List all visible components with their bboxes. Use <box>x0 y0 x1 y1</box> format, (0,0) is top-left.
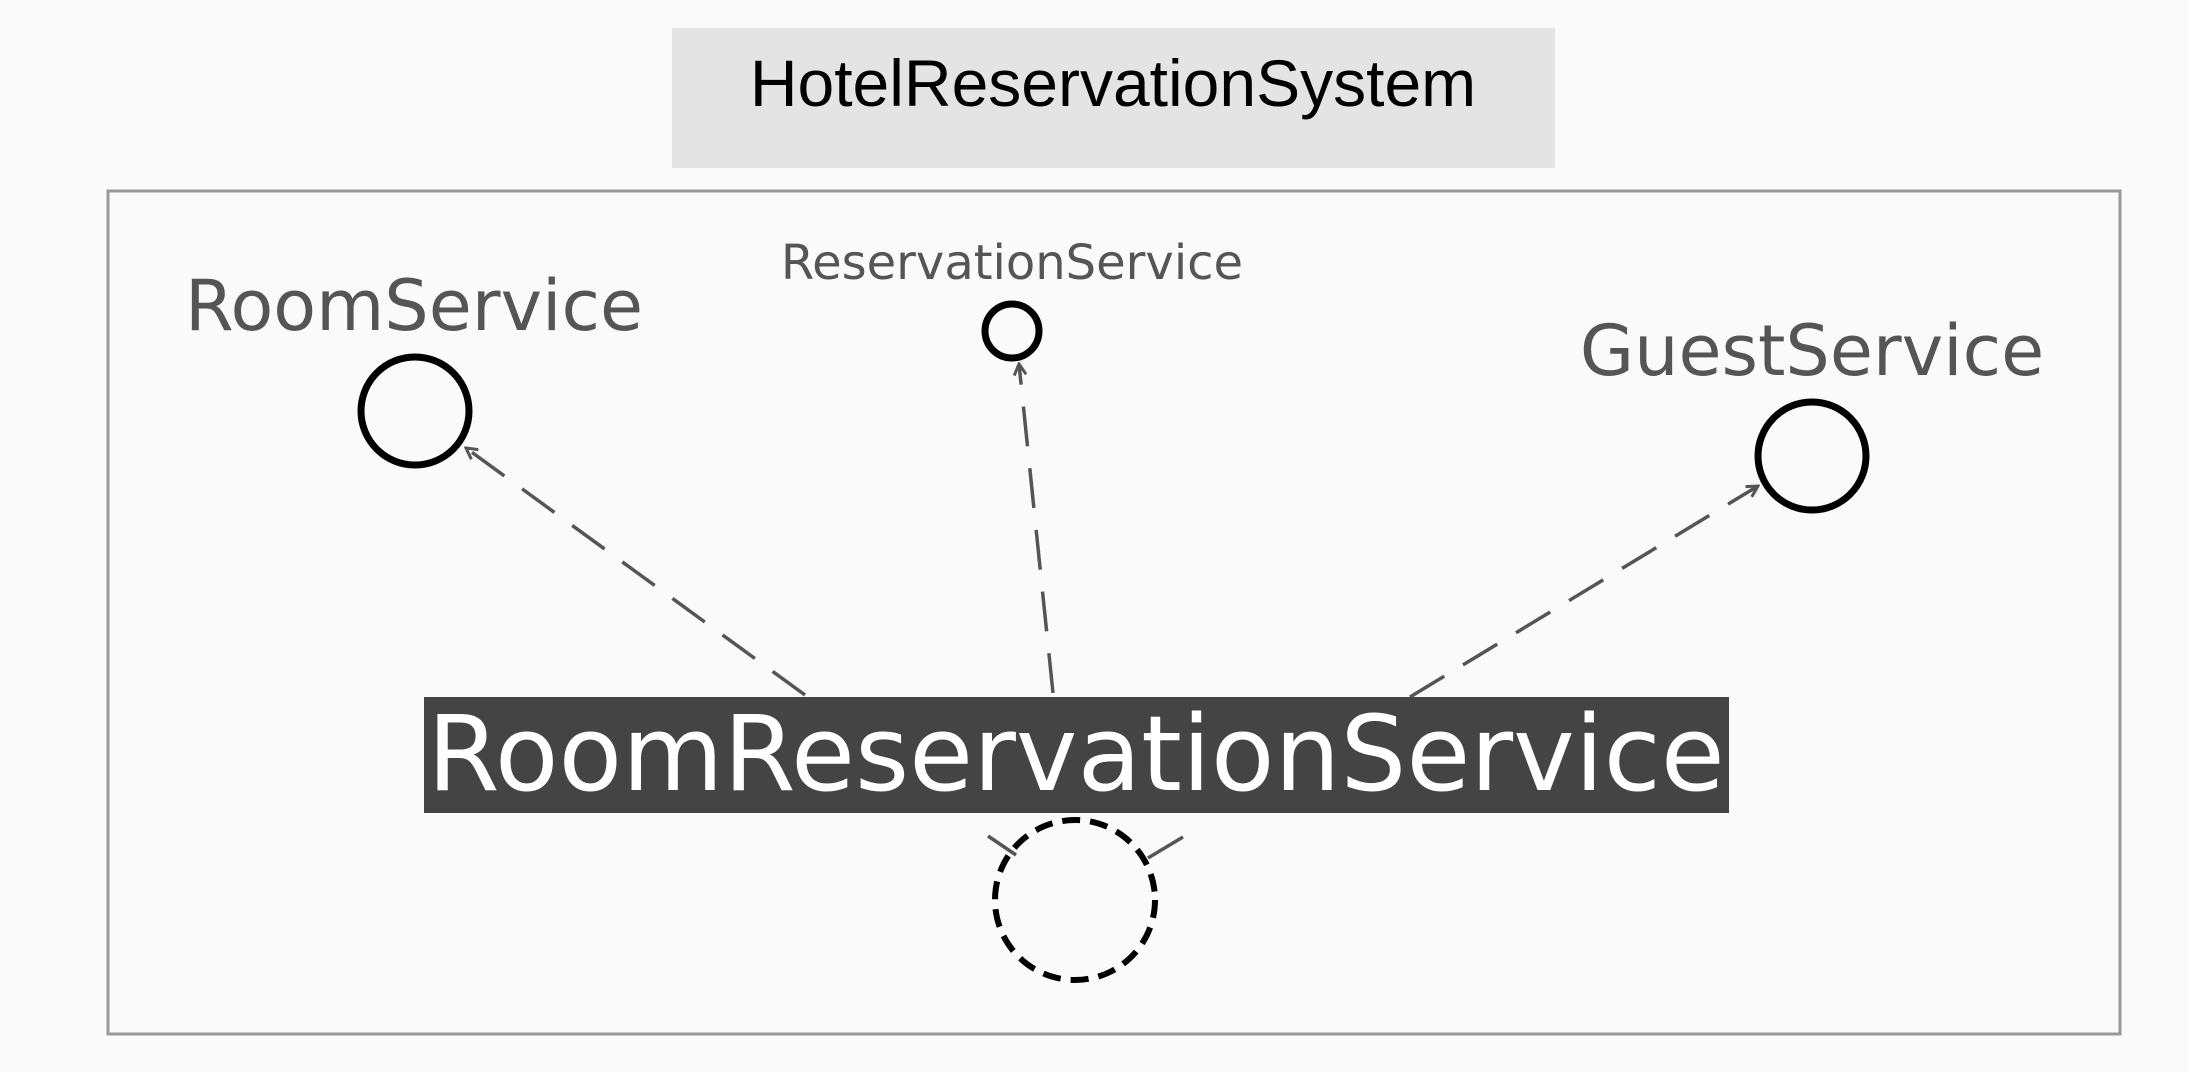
guest-service-label: GuestService <box>1580 310 2044 392</box>
component-diagram: HotelReservationSystem RoomService Reser… <box>106 28 2122 1036</box>
component-label: RoomReservationService <box>427 693 1725 815</box>
port-connector-right <box>1147 835 1184 860</box>
room-service-lollipop-icon <box>357 353 473 469</box>
dependency-arrow-guest-service <box>1409 486 1758 699</box>
interface-guest-service: GuestService <box>1580 310 2044 514</box>
reservation-service-lollipop-icon <box>981 300 1043 362</box>
diagram-title: HotelReservationSystem <box>672 28 1555 168</box>
room-service-label: RoomService <box>185 265 643 347</box>
port-connector-left <box>987 834 1017 857</box>
component-room-reservation-service: RoomReservationService <box>424 693 1729 815</box>
interface-room-service: RoomService <box>185 265 643 469</box>
port-dashed-circle-icon <box>992 817 1158 983</box>
dependency-arrows <box>466 364 1758 699</box>
title-text: HotelReservationSystem <box>750 46 1476 120</box>
component-port <box>987 817 1184 983</box>
guest-service-lollipop-icon <box>1754 398 1870 514</box>
dependency-arrow-reservation-service <box>1019 364 1055 694</box>
dependency-arrow-room-service <box>466 448 807 697</box>
reservation-service-label: ReservationService <box>781 235 1243 291</box>
interface-reservation-service: ReservationService <box>781 235 1243 362</box>
